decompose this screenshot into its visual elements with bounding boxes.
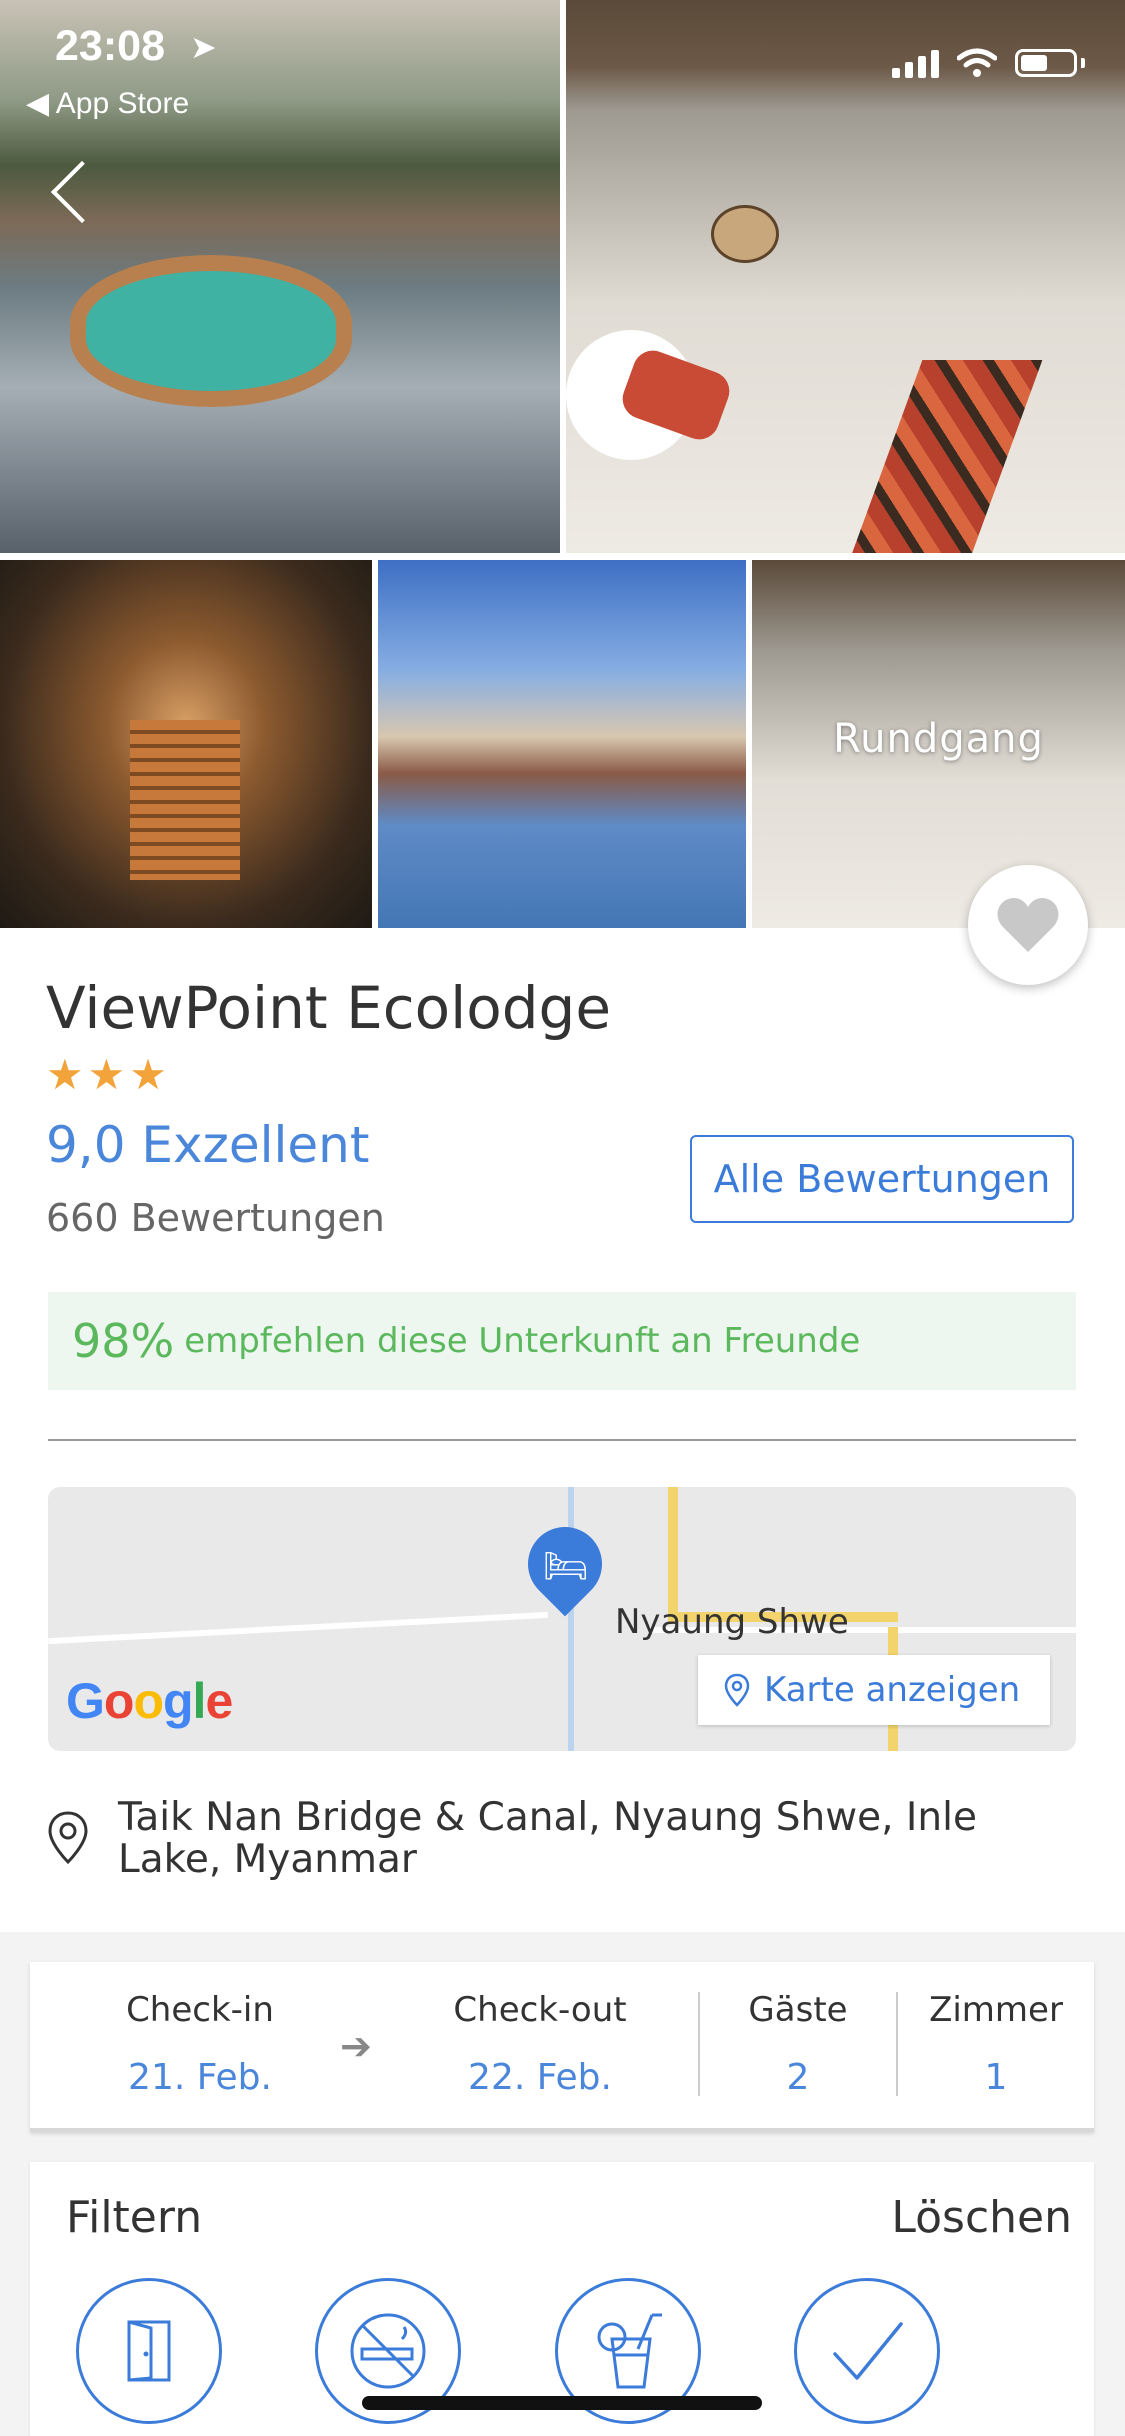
tour-overlay[interactable]: Rundgang: [752, 560, 1125, 928]
hotel-name: ViewPoint Ecolodge: [46, 974, 612, 1042]
clear-filters-button[interactable]: Löschen: [891, 2192, 1072, 2243]
hotel-photo-room[interactable]: [566, 0, 1125, 553]
hotel-photo-lobby[interactable]: [0, 560, 372, 928]
bed-runner: [849, 360, 1043, 553]
divider: [48, 1439, 1076, 1441]
back-to-app-store[interactable]: ◀ App Store: [26, 86, 189, 121]
checkout-field[interactable]: Check-out 22. Feb.: [390, 1962, 690, 2128]
rooms-field[interactable]: Zimmer 1: [898, 1962, 1094, 2128]
guests-field[interactable]: Gäste 2: [700, 1962, 896, 2128]
rooms-value: 1: [984, 2057, 1008, 2098]
bed-icon: 🛏: [543, 1546, 589, 1587]
location-pin-icon: [48, 1811, 88, 1865]
recommend-percent: 98%: [72, 1314, 175, 1368]
review-count: 660 Bewertungen: [46, 1196, 385, 1240]
review-score: 9,0 Exzellent: [46, 1116, 370, 1174]
checkin-field[interactable]: Check-in 21. Feb.: [50, 1962, 350, 2128]
signal-icon: [892, 48, 939, 78]
rooms-label: Zimmer: [929, 1990, 1063, 2030]
arrow-right-icon: ➔: [340, 2024, 372, 2068]
location-arrow-icon: ➤: [190, 28, 217, 66]
google-logo: Google: [66, 1673, 233, 1729]
guests-value: 2: [786, 2057, 810, 2098]
location-pin-icon: [724, 1673, 750, 1707]
home-indicator[interactable]: [362, 2396, 762, 2410]
filter-free-cancellation[interactable]: [794, 2278, 940, 2424]
checkin-value: 21. Feb.: [128, 2057, 272, 2098]
hotel-photo-pool[interactable]: [0, 0, 560, 553]
favorite-button[interactable]: [968, 865, 1088, 985]
filter-title: Filtern: [66, 2192, 203, 2243]
wifi-icon: [957, 48, 997, 77]
show-map-button[interactable]: Karte anzeigen: [698, 1655, 1050, 1725]
status-time: 23:08: [55, 22, 165, 70]
heart-icon: [997, 898, 1059, 952]
checkout-value: 22. Feb.: [468, 2057, 612, 2098]
map-town-label: Nyaung Shwe: [615, 1602, 849, 1642]
map-preview[interactable]: 🛏 Nyaung Shwe Google Karte anzeigen: [48, 1487, 1076, 1751]
recommend-text: empfehlen diese Unterkunft an Freunde: [184, 1321, 861, 1361]
checkmark-icon: [833, 2322, 903, 2380]
checkin-label: Check-in: [126, 1990, 274, 2030]
tour-label: Rundgang: [833, 716, 1044, 762]
checkout-label: Check-out: [453, 1990, 627, 2030]
door-icon: [127, 2320, 171, 2382]
star-rating: ★★★: [46, 1050, 171, 1099]
battery-nub: [1081, 58, 1085, 68]
battery-icon: [1015, 49, 1077, 77]
no-smoking-icon: [350, 2313, 426, 2389]
wall-clock: [711, 205, 779, 263]
drink-icon: [597, 2313, 662, 2389]
filter-room-only[interactable]: [76, 2278, 222, 2424]
guests-label: Gäste: [748, 1990, 848, 2030]
pool-shape: [70, 255, 352, 407]
hotel-photo-lake[interactable]: [378, 560, 746, 928]
map-road: [48, 1611, 548, 1645]
status-icons: [892, 48, 1085, 78]
lobby-stairs: [130, 720, 240, 880]
map-highway: [668, 1487, 678, 1617]
hotel-address: Taik Nan Bridge & Canal, Nyaung Shwe, In…: [118, 1795, 977, 1882]
show-map-label: Karte anzeigen: [764, 1670, 1021, 1710]
booking-bar[interactable]: Check-in 21. Feb. ➔ Check-out 22. Feb. G…: [30, 1962, 1094, 2132]
recommendation-banner: 98% empfehlen diese Unterkunft an Freund…: [48, 1292, 1076, 1390]
filter-card: Filtern Löschen: [30, 2162, 1094, 2436]
all-reviews-button[interactable]: Alle Bewertungen: [690, 1135, 1074, 1223]
